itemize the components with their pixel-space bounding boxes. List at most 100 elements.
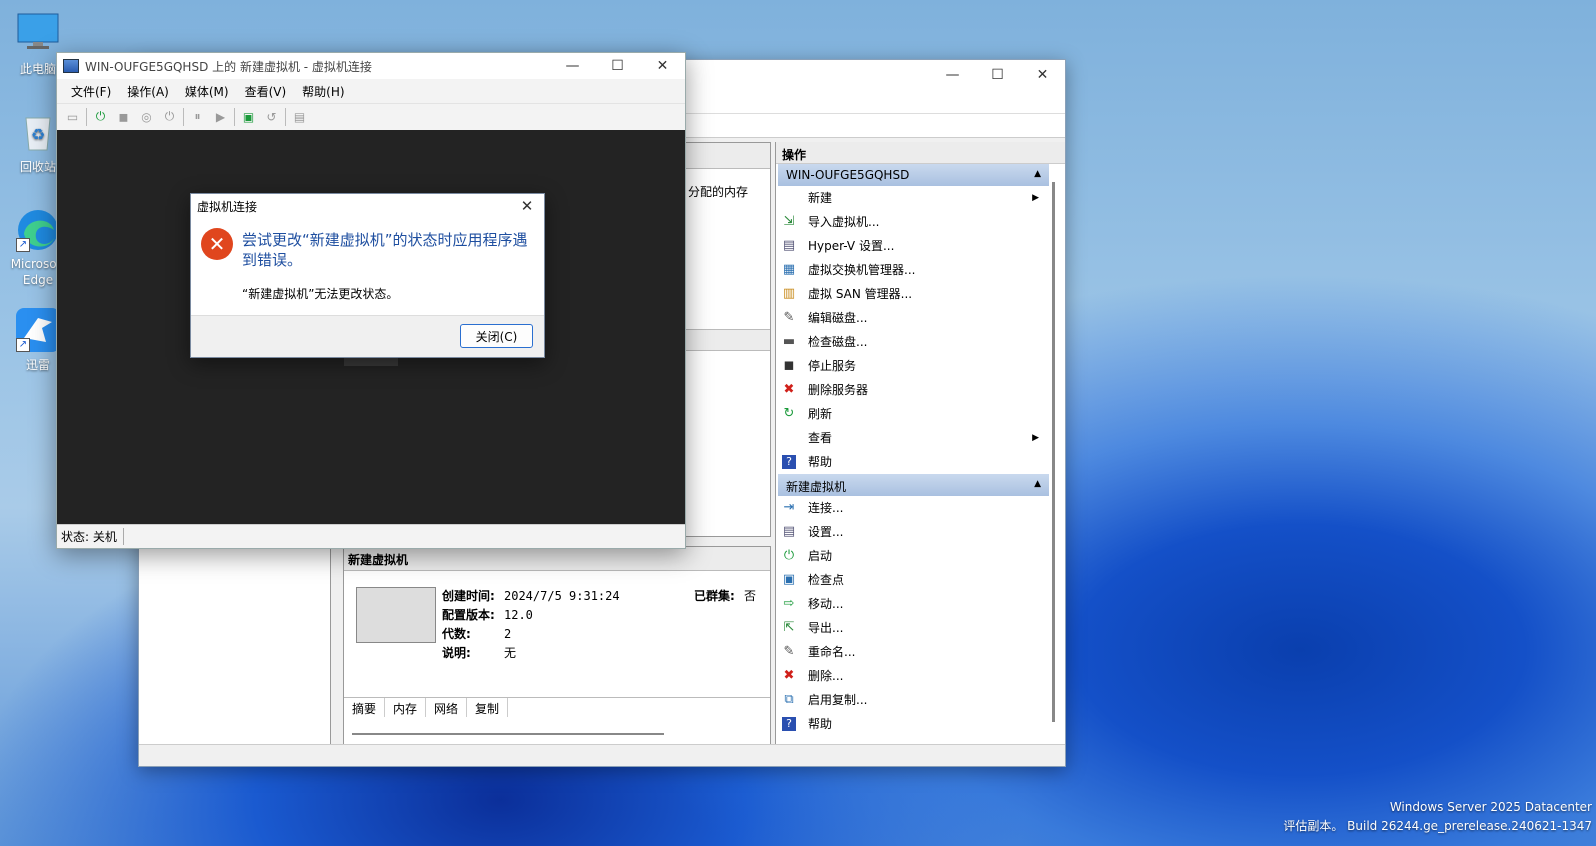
toolbar-separator	[183, 107, 184, 126]
actions-group-server[interactable]: WIN-OUFGE5GQHSD ▲	[778, 164, 1049, 186]
actions-header: 操作	[776, 142, 1065, 164]
action-label: 移动...	[808, 597, 844, 611]
action-item[interactable]: ✖ 删除服务器	[776, 378, 1043, 402]
dialog-title: 虚拟机连接	[197, 199, 258, 214]
checkpoint-icon[interactable]: ▣	[237, 107, 260, 127]
action-item[interactable]: ▤ Hyper-V 设置...	[776, 234, 1043, 258]
help-icon: ?	[782, 454, 796, 469]
menu-media[interactable]: 媒体(M)	[177, 83, 237, 100]
server-actions-list: 新建 ▶ ⇲ 导入虚拟机... ▤ Hyper-V 设置... ▦ 虚拟交换机管理器... ▥ 虚…	[776, 186, 1065, 474]
minimize-icon[interactable]: —	[550, 51, 595, 81]
submenu-arrow-icon: ▶	[1032, 432, 1039, 443]
action-item[interactable]: ⇨ 移动...	[776, 592, 1043, 616]
action-item[interactable]: 新建 ▶	[776, 186, 1043, 210]
dialog-title-bar[interactable]: 虚拟机连接 ✕	[191, 194, 544, 218]
help-icon: ?	[782, 716, 796, 731]
start-icon[interactable]: ⏻	[89, 107, 112, 127]
action-label: 删除服务器	[808, 383, 869, 397]
san-icon: ▥	[782, 286, 796, 301]
settings-doc-icon: ▤	[782, 238, 796, 253]
action-item[interactable]: ? 帮助	[776, 450, 1043, 474]
tab-network[interactable]: 网络	[426, 698, 468, 717]
horizontal-scrollbar[interactable]	[352, 733, 664, 735]
vm-menu-bar: 文件(F) 操作(A) 媒体(M) 查看(V) 帮助(H)	[57, 79, 685, 103]
blank-icon	[780, 189, 798, 207]
replicate-icon: ⧉	[784, 692, 794, 707]
move-icon: ⇨	[783, 596, 795, 611]
actions-group-vm[interactable]: 新建虚拟机 ▲	[778, 474, 1049, 496]
action-item[interactable]: ▥ 虚拟 SAN 管理器...	[776, 282, 1043, 306]
monitor-icon	[16, 12, 60, 56]
ctrl-alt-del-icon[interactable]: ▭	[61, 107, 84, 127]
shutdown-icon[interactable]: ◎	[135, 107, 158, 127]
vm-title-bar[interactable]: WIN-OUFGE5GQHSD 上的 新建虚拟机 - 虚拟机连接 — ☐ ✕	[57, 53, 685, 79]
action-item[interactable]: ⏻ 启动	[776, 544, 1043, 568]
toolbar-separator	[285, 107, 286, 126]
error-dialog: 虚拟机连接 ✕ ✕ 尝试更改“新建虚拟机”的状态时应用程序遇到错误。 “新建虚拟…	[190, 193, 545, 358]
pause-icon[interactable]: ⏸	[186, 107, 209, 127]
action-item[interactable]: ✎ 编辑磁盘...	[776, 306, 1043, 330]
submenu-arrow-icon: ▶	[1032, 192, 1039, 203]
tab-memory[interactable]: 内存	[385, 698, 427, 717]
action-item[interactable]: ⇲ 导入虚拟机...	[776, 210, 1043, 234]
tab-summary[interactable]: 摘要	[344, 698, 386, 717]
close-icon[interactable]: ✕	[1020, 60, 1065, 90]
settings-icon: ▤	[782, 524, 796, 539]
toolbar-separator	[86, 107, 87, 126]
created-row: 创建时间: 2024/7/5 9:31:24	[442, 589, 620, 603]
error-icon: ✕	[201, 228, 233, 260]
connect-icon: ⇥	[783, 500, 795, 515]
action-item[interactable]: ▦ 虚拟交换机管理器...	[776, 258, 1043, 282]
import-icon: ⇲	[783, 214, 795, 229]
action-label: 连接...	[808, 501, 844, 515]
edge-icon: ↗	[16, 208, 60, 252]
action-item[interactable]: ✖ 删除...	[776, 664, 1043, 688]
close-icon[interactable]: ✕	[516, 196, 538, 216]
edition-watermark: Windows Server 2025 Datacenter	[1389, 800, 1592, 814]
action-item[interactable]: ✎ 重命名...	[776, 640, 1043, 664]
vm-connect-app-icon	[63, 59, 79, 73]
action-label: 查看	[808, 431, 833, 445]
maximize-icon[interactable]: ☐	[975, 60, 1020, 90]
actions-scrollbar[interactable]	[1052, 182, 1055, 722]
action-label: 导出...	[808, 621, 844, 635]
actions-pane: 操作 WIN-OUFGE5GQHSD ▲ 新建 ▶ ⇲ 导入虚拟机... ▤ Hyper-V…	[775, 142, 1065, 746]
action-label: 刷新	[808, 407, 833, 421]
menu-view[interactable]: 查看(V)	[237, 83, 295, 100]
revert-icon[interactable]: ↺	[260, 107, 283, 127]
action-label: 检查磁盘...	[808, 335, 868, 349]
close-button[interactable]: 关闭(C)	[460, 324, 533, 348]
action-item[interactable]: ▣ 检查点	[776, 568, 1043, 592]
maximize-icon[interactable]: ☐	[595, 51, 640, 81]
edit-disk-icon: ✎	[783, 310, 795, 325]
action-item[interactable]: ? 帮助	[776, 712, 1043, 736]
resume-icon[interactable]: ▶	[209, 107, 232, 127]
menu-file[interactable]: 文件(F)	[63, 83, 119, 100]
blank-icon	[780, 429, 798, 447]
action-item[interactable]: ▤ 设置...	[776, 520, 1043, 544]
menu-help[interactable]: 帮助(H)	[294, 83, 352, 100]
action-label: Hyper-V 设置...	[808, 239, 895, 253]
enhanced-session-icon[interactable]: ▤	[288, 107, 311, 127]
action-item[interactable]: ⧉ 启用复制...	[776, 688, 1043, 712]
vm-thumbnail	[356, 587, 436, 643]
action-label: 虚拟交换机管理器...	[808, 263, 916, 277]
action-item[interactable]: ▬ 检查磁盘...	[776, 330, 1043, 354]
action-item[interactable]: ⇥ 连接...	[776, 496, 1043, 520]
action-item[interactable]: ◼ 停止服务	[776, 354, 1043, 378]
menu-action[interactable]: 操作(A)	[119, 83, 177, 100]
save-state-icon[interactable]: ⏻	[158, 107, 181, 127]
memory-column-header[interactable]: 分配的内存	[688, 183, 748, 200]
xunlei-bird-icon: ↗	[16, 308, 60, 352]
action-item[interactable]: 查看 ▶	[776, 426, 1043, 450]
action-item[interactable]: ⇱ 导出...	[776, 616, 1043, 640]
close-icon[interactable]: ✕	[640, 51, 685, 81]
action-label: 虚拟 SAN 管理器...	[808, 287, 913, 301]
tab-replication[interactable]: 复制	[467, 698, 509, 717]
action-item[interactable]: ↻ 刷新	[776, 402, 1043, 426]
minimize-icon[interactable]: —	[930, 60, 975, 90]
delete-icon: ✖	[783, 668, 795, 683]
vm-status-bar: 状态: 关机	[57, 524, 685, 548]
turn-off-icon[interactable]: ◼	[112, 107, 135, 127]
action-label: 新建	[808, 191, 833, 205]
